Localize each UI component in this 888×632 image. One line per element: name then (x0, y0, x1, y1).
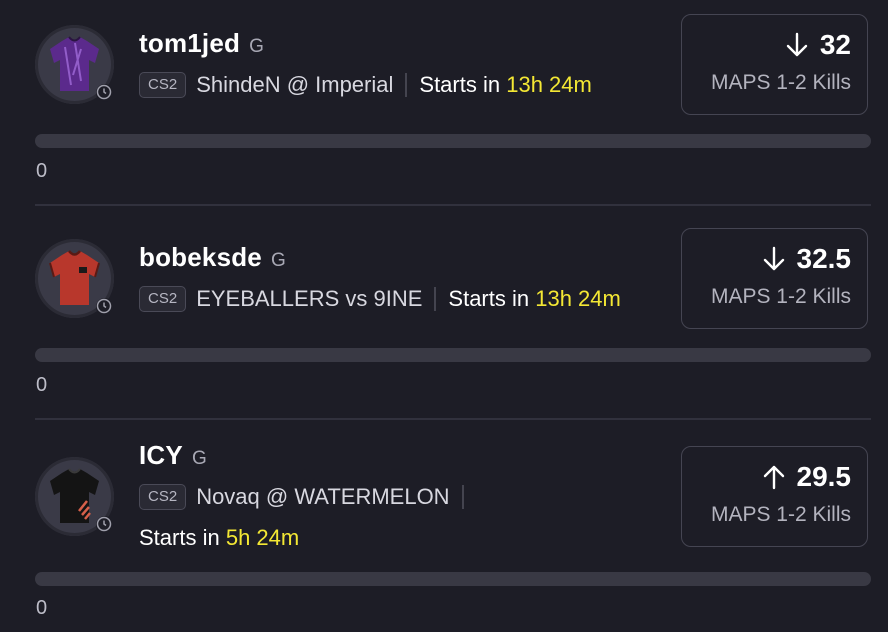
progress-bar (35, 572, 871, 586)
matchup: EYEBALLERS vs 9INE (196, 286, 423, 311)
current-count: 0 (36, 374, 48, 396)
player-name[interactable]: ICY (139, 440, 183, 471)
player-name[interactable]: bobeksde (139, 242, 262, 273)
start-time: Starts in 5h 24m (139, 525, 299, 551)
stat-label: MAPS 1-2 Kills (710, 71, 851, 94)
player-name-row: ICY G (139, 440, 207, 471)
game-badge: CS2 (139, 484, 187, 510)
player-name-row: bobeksde G (139, 242, 286, 273)
match-info: CS2 ShindeN @ Imperial Starts in 13h 24m (139, 70, 592, 100)
arrow-down-icon (786, 32, 808, 57)
stat-line: 32.5 (763, 243, 852, 275)
player-avatar (35, 25, 114, 104)
start-time: Starts in 13h 24m (419, 72, 591, 98)
progress-bar (35, 134, 871, 148)
arrow-up-icon (763, 465, 784, 490)
prop-card[interactable]: tom1jed G CS2 ShindeN @ Imperial Starts … (0, 0, 888, 206)
countdown: 13h 24m (506, 72, 592, 97)
stat-value: 29.5 (796, 461, 852, 492)
player-name[interactable]: tom1jed (139, 28, 240, 59)
current-count: 0 (36, 160, 48, 182)
matchup: Novaq @ WATERMELON (196, 484, 450, 509)
player-position: G (270, 250, 286, 271)
arrow-down-icon (763, 246, 784, 271)
separator (405, 73, 408, 97)
start-time: Starts in 13h 24m (448, 286, 620, 312)
clock-icon (96, 298, 114, 316)
stat-line: 29.5 (763, 461, 852, 493)
game-badge: CS2 (139, 286, 187, 312)
stat-line-box[interactable]: 32 MAPS 1-2 Kills (681, 14, 868, 115)
stat-line-box[interactable]: 29.5 MAPS 1-2 Kills (681, 446, 868, 547)
countdown: 13h 24m (535, 286, 621, 311)
player-position: G (249, 36, 264, 57)
matchup: ShindeN @ Imperial (196, 72, 394, 97)
stat-line-box[interactable]: 32.5 MAPS 1-2 Kills (681, 228, 868, 329)
stat-label: MAPS 1-2 Kills (710, 503, 851, 526)
clock-icon (96, 84, 114, 102)
starts-prefix: Starts in (139, 525, 220, 550)
game-badge: CS2 (139, 72, 187, 98)
match-info: CS2 Novaq @ WATERMELON (139, 482, 476, 512)
prop-card[interactable]: bobeksde G CS2 EYEBALLERS vs 9INE Starts… (0, 206, 888, 420)
match-info: CS2 EYEBALLERS vs 9INE Starts in 13h 24m (139, 284, 621, 314)
current-count: 0 (36, 597, 48, 619)
progress-bar (35, 348, 871, 362)
starts-prefix: Starts in (419, 72, 501, 97)
starts-prefix: Starts in (448, 286, 530, 311)
player-position: G (191, 448, 207, 469)
player-avatar (35, 457, 114, 536)
separator (434, 287, 437, 311)
stat-value: 32.5 (796, 243, 852, 274)
props-list: tom1jed G CS2 ShindeN @ Imperial Starts … (0, 0, 888, 632)
stat-label: MAPS 1-2 Kills (710, 285, 851, 308)
separator (461, 485, 464, 509)
stat-value: 32 (819, 29, 851, 60)
clock-icon (96, 516, 114, 534)
player-avatar (35, 239, 114, 318)
prop-card[interactable]: ICY G CS2 Novaq @ WATERMELON Starts in 5… (0, 420, 888, 632)
start-time-row: Starts in 5h 24m (139, 523, 299, 553)
stat-line: 32 (786, 29, 851, 61)
countdown: 5h 24m (225, 525, 300, 550)
player-name-row: tom1jed G (139, 28, 264, 59)
